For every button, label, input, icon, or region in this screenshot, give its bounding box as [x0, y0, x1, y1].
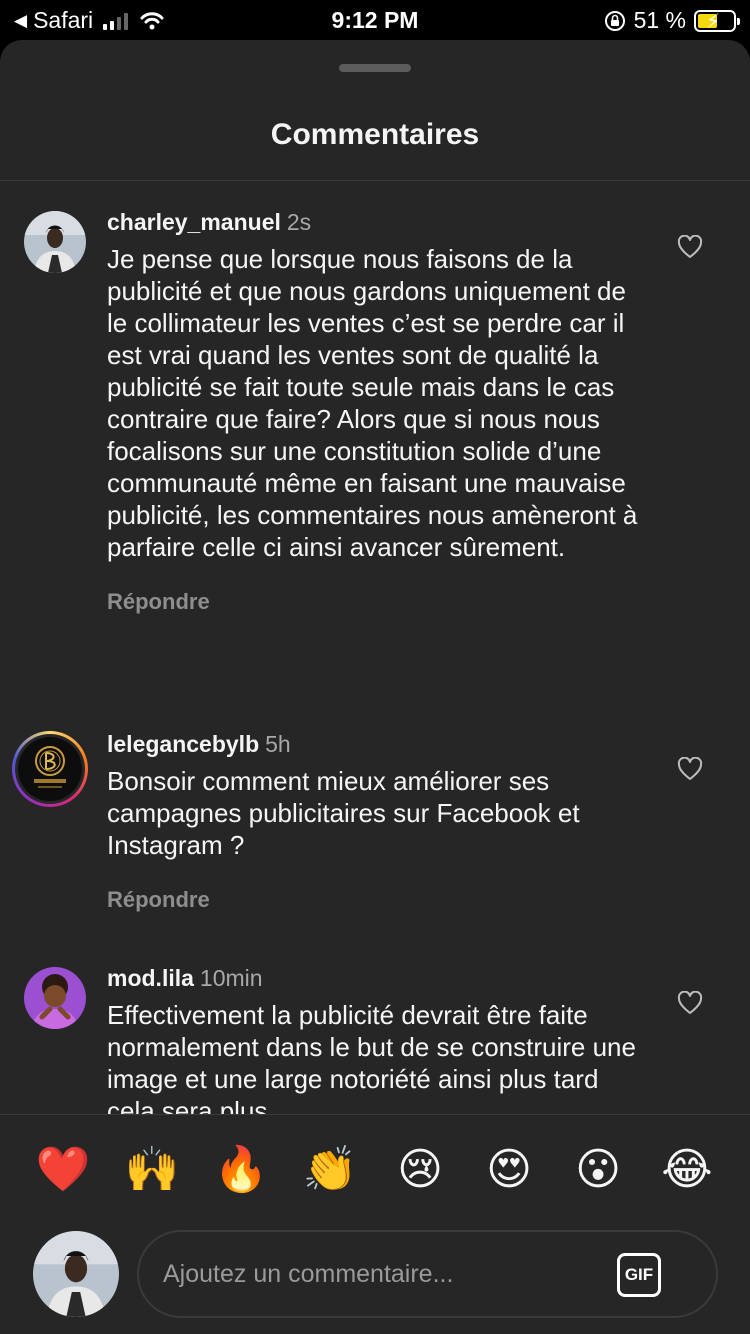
comment-body: charley_manuel 2s Je pense que lorsque no…: [107, 207, 642, 615]
comment-text: Bonsoir comment mieux améliorer ses camp…: [107, 766, 580, 860]
status-bar: ◀ Safari 9:12 PM 51 % ⚡: [0, 0, 750, 40]
comment-time: 10min: [199, 965, 263, 991]
comment-body: lelegancebylb 5h Bonsoir comment mieux am…: [107, 729, 642, 913]
comment-text: Effectivement la publicité devrait être …: [107, 1000, 636, 1114]
comment-username[interactable]: mod.lila: [107, 965, 194, 991]
comment-text: Je pense que lorsque nous faisons de la …: [107, 244, 638, 562]
comment-input-container: GIF: [137, 1230, 718, 1318]
emoji-laughing[interactable]: 😂: [657, 1140, 717, 1200]
gif-button[interactable]: GIF: [617, 1253, 661, 1297]
reply-button[interactable]: Répondre: [107, 887, 642, 913]
emoji-crying[interactable]: 😢: [390, 1140, 450, 1200]
comment-input[interactable]: [163, 1252, 603, 1296]
current-user-avatar: [33, 1231, 119, 1317]
emoji-quick-bar: ❤️ 🙌 🔥 👏 😢 😍 😮 😂: [0, 1140, 750, 1200]
story-ring-avatar[interactable]: [12, 731, 88, 807]
orientation-lock-icon: [604, 10, 625, 31]
comment-time: 5h: [265, 731, 291, 757]
comments-list[interactable]: charley_manuel 2s Je pense que lorsque no…: [0, 181, 750, 1114]
composer-divider: [0, 1114, 750, 1115]
emoji-fire[interactable]: 🔥: [211, 1140, 271, 1200]
emoji-heart-eyes[interactable]: 😍: [479, 1140, 539, 1200]
comment-username[interactable]: lelegancebylb: [107, 731, 259, 757]
comment-time: 2s: [286, 209, 312, 235]
avatar[interactable]: [24, 967, 86, 1029]
comment-username[interactable]: charley_manuel: [107, 209, 281, 235]
status-right: 51 % ⚡: [604, 7, 740, 34]
battery-percent: 51 %: [633, 7, 686, 33]
reply-button[interactable]: Répondre: [107, 589, 642, 615]
avatar[interactable]: [24, 211, 86, 273]
like-heart-icon[interactable]: [677, 757, 703, 781]
sheet-title: Commentaires: [270, 118, 480, 151]
battery-icon: ⚡: [694, 9, 740, 33]
emoji-surprised[interactable]: 😮: [568, 1140, 628, 1200]
like-heart-icon[interactable]: [677, 235, 703, 259]
emoji-heart[interactable]: ❤️: [33, 1140, 93, 1200]
comments-sheet: Commentaires charley_manuel 2s Je pense q…: [0, 40, 750, 1334]
emoji-raised-hands[interactable]: 🙌: [122, 1140, 182, 1200]
emoji-clap[interactable]: 👏: [300, 1140, 360, 1200]
like-heart-icon[interactable]: [677, 991, 703, 1015]
comment-meta: lelegancebylb 5h: [107, 729, 642, 759]
comment-body: mod.lila 10min Effectivement la publicité…: [107, 963, 642, 1114]
comment-meta: charley_manuel 2s: [107, 207, 642, 237]
sheet-grabber-handle[interactable]: [339, 64, 411, 72]
comment-meta: mod.lila 10min: [107, 963, 642, 993]
